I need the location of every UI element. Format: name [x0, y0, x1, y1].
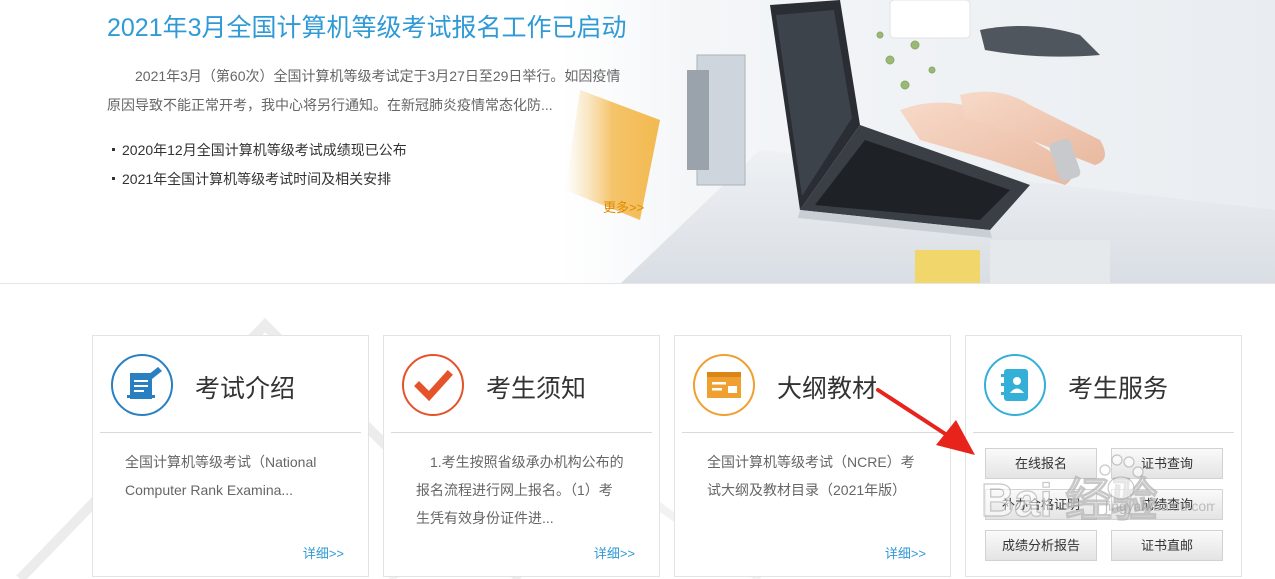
divider: [391, 432, 652, 433]
divider: [682, 432, 943, 433]
card-exam-intro: 考试介绍 全国计算机等级考试（National Computer Rank Ex…: [92, 335, 369, 577]
online-registration-button[interactable]: 在线报名: [985, 448, 1097, 479]
card-title[interactable]: 考试介绍: [195, 369, 295, 405]
card-title[interactable]: 考生须知: [486, 369, 586, 405]
card-syllabus: 大纲教材 全国计算机等级考试（NCRE）考试大纲及教材目录（2021年版） 详细…: [674, 335, 951, 577]
detail-link[interactable]: 详细>>: [303, 543, 344, 562]
news-banner: 2021年3月全国计算机等级考试报名工作已启动 2021年3月（第60次）全国计…: [0, 0, 1275, 284]
card-summary: 1.考生按照省级承办机构公布的报名流程进行网上报名。（1）考生凭有效身份证件进.…: [416, 454, 624, 526]
bullet-icon: [112, 147, 115, 151]
contact-book-icon: [984, 354, 1046, 416]
news-item[interactable]: 2020年12月全国计算机等级考试成绩现已公布: [112, 136, 407, 165]
score-analysis-report-button[interactable]: 成绩分析报告: [985, 530, 1097, 561]
document-edit-icon: [111, 354, 173, 416]
news-item[interactable]: 2021年全国计算机等级考试时间及相关安排: [112, 165, 407, 194]
more-news-link[interactable]: 更多>>: [603, 197, 644, 216]
detail-link[interactable]: 详细>>: [594, 543, 635, 562]
card-summary: 全国计算机等级考试（NCRE）考试大纲及教材目录（2021年版）: [707, 454, 915, 498]
certificate-query-button[interactable]: 证书查询: [1111, 448, 1223, 479]
card-summary: 全国计算机等级考试（National Computer Rank Examina…: [125, 454, 317, 498]
card-title[interactable]: 大纲教材: [777, 369, 877, 405]
news-item-label[interactable]: 2021年全国计算机等级考试时间及相关安排: [122, 171, 391, 187]
card-header[interactable]: 大纲教材: [675, 336, 950, 432]
card-header[interactable]: 考试介绍: [93, 336, 368, 432]
reissue-certificate-button[interactable]: 补办合格证明: [985, 489, 1097, 520]
card-header[interactable]: 考生须知: [384, 336, 659, 432]
news-item-label[interactable]: 2020年12月全国计算机等级考试成绩现已公布: [122, 142, 407, 158]
bullet-icon: [112, 176, 115, 180]
syllabus-window-icon: [693, 354, 755, 416]
detail-link[interactable]: 详细>>: [885, 543, 926, 562]
card-candidate-notice: 考生须知 1.考生按照省级承办机构公布的报名流程进行网上报名。（1）考生凭有效身…: [383, 335, 660, 577]
laptop-typing-photo: [560, 0, 1275, 283]
certificate-mail-button[interactable]: 证书直邮: [1111, 530, 1223, 561]
score-query-button[interactable]: 成绩查询: [1111, 489, 1223, 520]
card-title[interactable]: 考生服务: [1068, 369, 1168, 405]
card-header[interactable]: 考生服务: [966, 336, 1241, 432]
headline-title[interactable]: 2021年3月全国计算机等级考试报名工作已启动: [107, 8, 627, 44]
divider: [100, 432, 361, 433]
checkmark-icon: [402, 354, 464, 416]
headline-summary: 2021年3月（第60次）全国计算机等级考试定于3月27日至29日举行。如因疫情…: [107, 68, 621, 113]
news-list: 2020年12月全国计算机等级考试成绩现已公布 2021年全国计算机等级考试时间…: [112, 136, 407, 194]
divider: [973, 432, 1234, 433]
card-candidate-services: 考生服务 在线报名 证书查询 补办合格证明 成绩查询 成绩分析报告 证书直邮: [965, 335, 1242, 577]
